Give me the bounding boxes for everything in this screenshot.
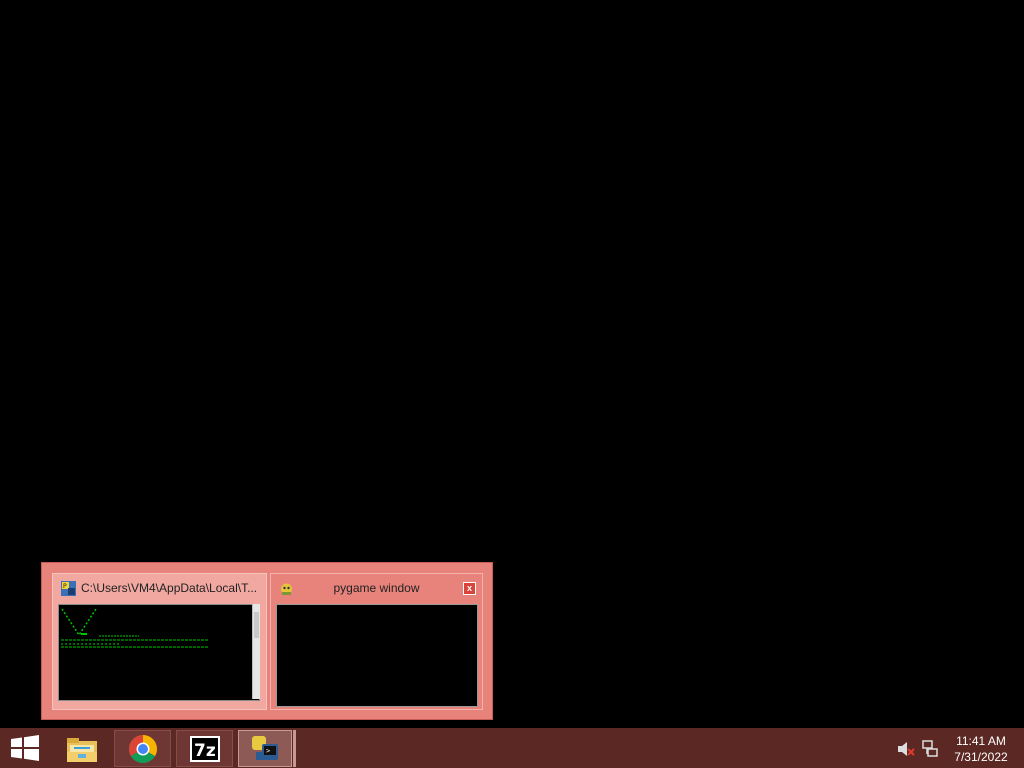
system-clock[interactable]: 11:41 AM 7/31/2022 [945, 733, 1017, 765]
svg-text:P: P [63, 583, 67, 590]
python-button[interactable]: > [238, 730, 292, 767]
console-scrollbar[interactable] [252, 604, 260, 699]
network-icon[interactable] [922, 740, 938, 758]
close-button[interactable]: x [463, 582, 476, 595]
thumbnail-title-text: C:\Users\VM4\AppData\Local\T... [81, 581, 258, 595]
thumbnail-title-bar: P C:\Users\VM4\AppData\Local\T... [53, 574, 266, 602]
volume-muted-icon[interactable] [897, 740, 915, 758]
console-output-graphic [61, 608, 209, 648]
taskbar-thumbnail-popup: P C:\Users\VM4\AppData\Local\T... pygame… [41, 562, 493, 720]
chrome-icon [128, 734, 157, 763]
console-preview [58, 604, 260, 701]
7zip-button[interactable]: 7z [176, 730, 233, 767]
pygame-preview [276, 604, 478, 707]
start-button[interactable] [0, 728, 50, 768]
thumbnail-pygame-window[interactable]: pygame window x [270, 573, 483, 710]
thumbnail-console-window[interactable]: P C:\Users\VM4\AppData\Local\T... [52, 573, 267, 710]
folder-icon [67, 737, 97, 762]
close-icon: x [466, 583, 472, 593]
python-console-icon: P [61, 581, 76, 596]
clock-time: 11:41 AM [956, 734, 1006, 748]
svg-text:>: > [266, 747, 270, 755]
windows-logo-icon [11, 735, 39, 761]
python-icon: > [252, 735, 278, 760]
taskbar: 7z > [0, 728, 1024, 768]
svg-text:7z: 7z [194, 741, 216, 761]
scrollbar-thumb[interactable] [254, 612, 259, 638]
7z-icon: 7z [189, 735, 220, 762]
chrome-button[interactable] [114, 730, 171, 767]
python-button-stack-edge [293, 730, 296, 767]
clock-date: 7/31/2022 [954, 750, 1008, 764]
file-explorer-button[interactable] [57, 730, 107, 767]
thumbnail-title-bar: pygame window x [271, 574, 482, 602]
thumbnail-title-text: pygame window [333, 581, 420, 595]
